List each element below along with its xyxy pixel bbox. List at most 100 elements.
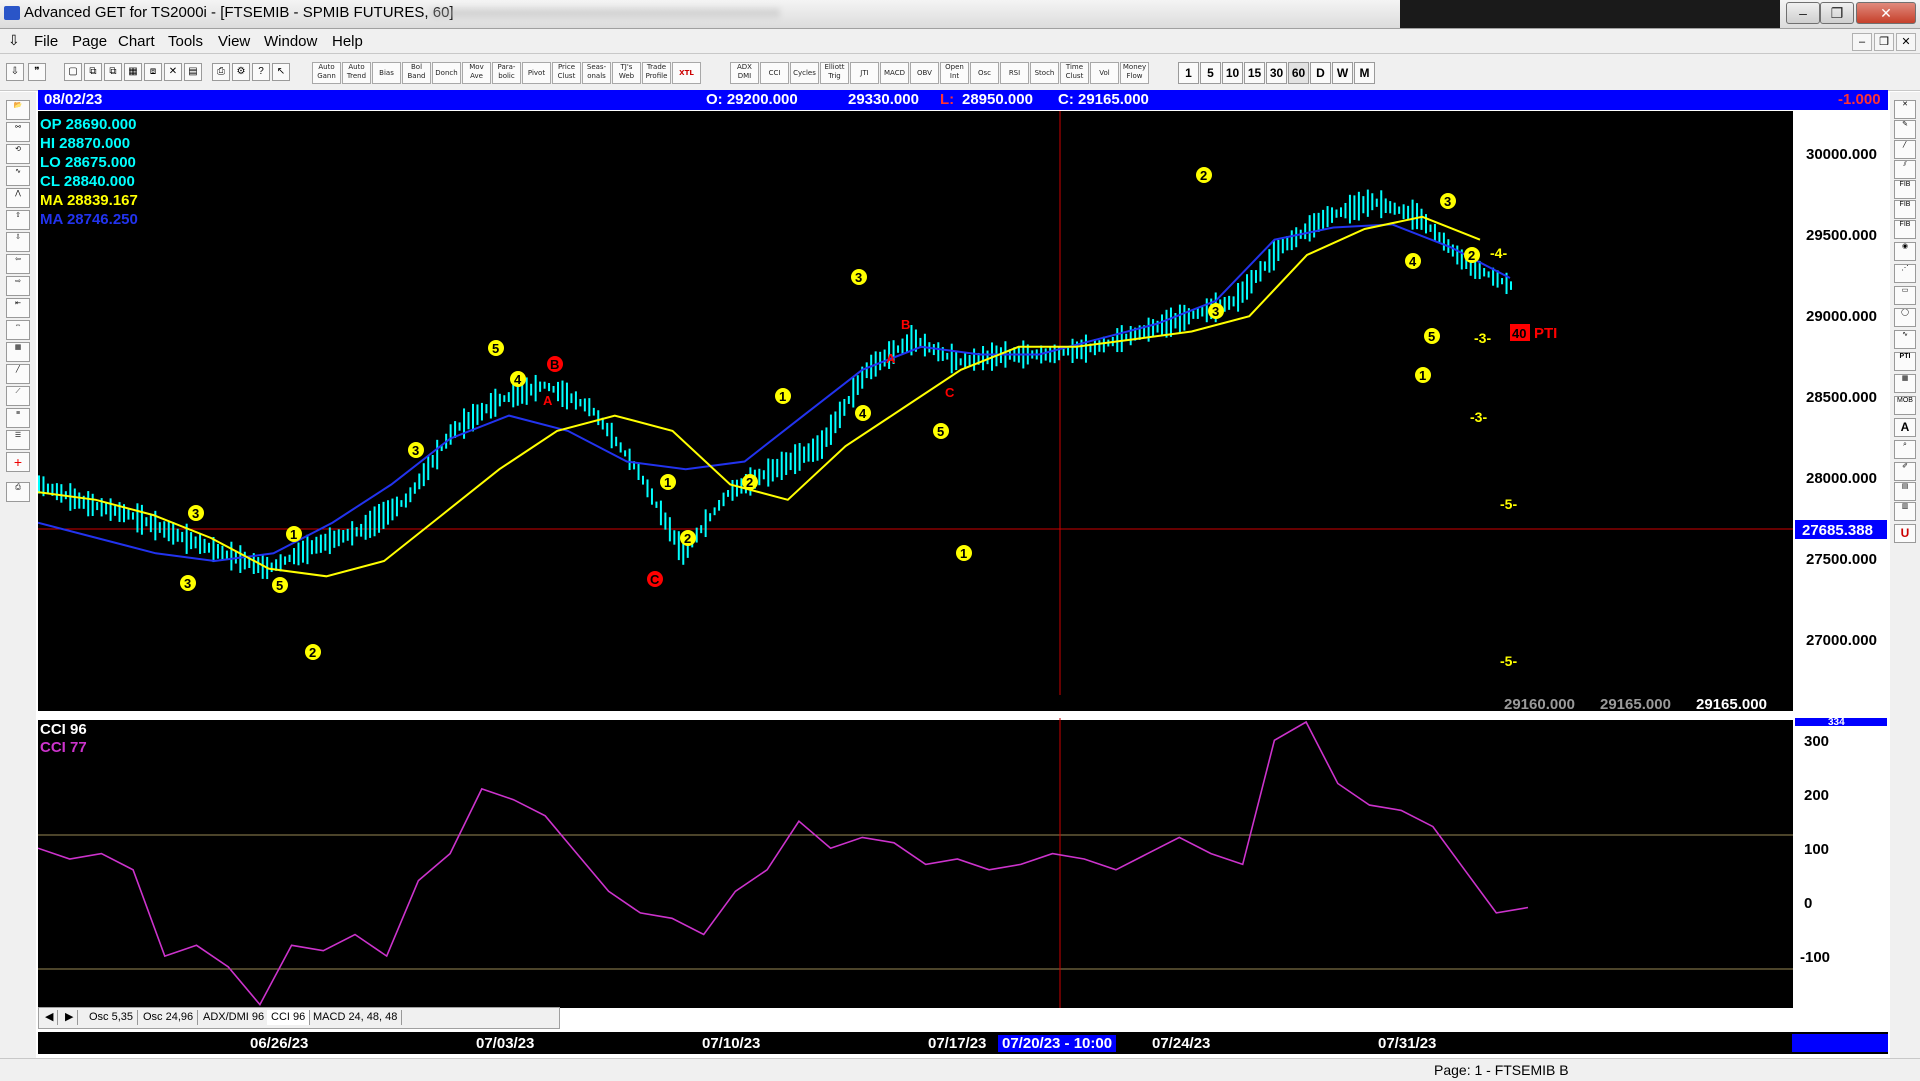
tool-cci[interactable]: CCI: [760, 62, 789, 84]
cascade-icon[interactable]: ⧈: [144, 63, 162, 81]
tab-scroll-left[interactable]: ◀: [41, 1010, 59, 1025]
mdi-minimize-button[interactable]: –: [1852, 33, 1872, 51]
print-small-icon[interactable]: ⎙: [6, 482, 30, 502]
close-line-icon[interactable]: ✕: [1894, 100, 1916, 119]
fib-icon[interactable]: ≡: [6, 408, 30, 428]
open-folder-icon[interactable]: 📂: [6, 100, 30, 120]
tool-donch[interactable]: Donch: [432, 62, 461, 84]
timeframe-monthly[interactable]: M: [1354, 62, 1375, 84]
timeframe-weekly[interactable]: W: [1332, 62, 1353, 84]
tool-stoch[interactable]: Stoch: [1030, 62, 1059, 84]
tool-mov-ave[interactable]: Mov Ave: [462, 62, 491, 84]
tool-auto-trend[interactable]: Auto Trend: [342, 62, 371, 84]
crosshair-icon[interactable]: +: [6, 452, 30, 472]
hint-icon[interactable]: ?: [252, 63, 270, 81]
grid-view-icon[interactable]: ▦: [6, 342, 30, 362]
table-icon[interactable]: ▥: [1894, 502, 1916, 521]
new-page-icon[interactable]: ▢: [64, 63, 82, 81]
menu-view[interactable]: View: [218, 33, 250, 50]
circle-tool-icon[interactable]: ◉: [1894, 242, 1916, 261]
open-chart-icon[interactable]: ⇩: [6, 63, 24, 81]
menu-file[interactable]: File: [34, 33, 58, 50]
tool-cycles[interactable]: Cycles: [790, 62, 819, 84]
tool-tjs-web[interactable]: TJ's Web: [612, 62, 641, 84]
tab-osc-24-96[interactable]: Osc 24,96: [139, 1010, 199, 1025]
lines-icon[interactable]: ╱: [6, 364, 30, 384]
compress-icon[interactable]: ⇤: [6, 298, 30, 318]
fib-ext-icon[interactable]: FIB: [1894, 200, 1916, 219]
arrow-left-icon[interactable]: ⇦: [6, 254, 30, 274]
tab-adx-dmi-96[interactable]: ADX/DMI 96: [199, 1010, 270, 1025]
quote-icon[interactable]: ❞: [28, 63, 46, 81]
tool-xtl[interactable]: XTL: [672, 62, 701, 84]
fib-ret-icon[interactable]: FIB: [1894, 180, 1916, 199]
paste-icon[interactable]: ⧉: [104, 63, 122, 81]
magnet-icon[interactable]: U: [1894, 524, 1916, 543]
tool-time-clust[interactable]: Time Clust: [1060, 62, 1089, 84]
timeframe-30[interactable]: 30: [1266, 62, 1287, 84]
grid-icon[interactable]: ▤: [184, 63, 202, 81]
price-chart[interactable]: 30000.000 29500.000 29000.000 28500.000 …: [38, 111, 1888, 711]
tool-open-int[interactable]: Open Int: [940, 62, 969, 84]
maximize-button[interactable]: ❐: [1820, 2, 1854, 24]
text-tool-icon[interactable]: A: [1894, 418, 1916, 437]
tool-macd[interactable]: MACD: [880, 62, 909, 84]
delete-icon[interactable]: ✕: [164, 63, 182, 81]
tool-bol-band[interactable]: Bol Band: [402, 62, 431, 84]
timeframe-10[interactable]: 10: [1222, 62, 1243, 84]
tool-adx-dmi[interactable]: ADX DMI: [730, 62, 759, 84]
wave-tool-icon[interactable]: ∿: [1894, 330, 1916, 349]
arrow-up-icon[interactable]: ⇧: [6, 210, 30, 230]
tool-pivot[interactable]: Pivot: [522, 62, 551, 84]
menu-chart[interactable]: Chart: [118, 33, 155, 50]
tile-icon[interactable]: ▦: [124, 63, 142, 81]
binoculars-icon[interactable]: ⚯: [6, 122, 30, 142]
tab-osc-5-35[interactable]: Osc 5,35: [85, 1010, 139, 1025]
tool-bias[interactable]: Bias: [372, 62, 401, 84]
tool-auto-gann[interactable]: Auto Gann: [312, 62, 341, 84]
menu-help[interactable]: Help: [332, 33, 363, 50]
fan-tool-icon[interactable]: ⋰: [1894, 264, 1916, 283]
tool-elliott-trig[interactable]: Elliott Trig: [820, 62, 849, 84]
tab-scroll-right[interactable]: ▶: [61, 1010, 79, 1025]
timeframe-daily[interactable]: D: [1310, 62, 1331, 84]
channel-tool-icon[interactable]: ⫽: [1894, 160, 1916, 179]
timeframe-5[interactable]: 5: [1200, 62, 1221, 84]
highlighter-icon[interactable]: ✐: [1894, 462, 1916, 481]
arrow-right-icon[interactable]: ⇨: [6, 276, 30, 296]
mob-tool-icon[interactable]: MOB: [1894, 396, 1916, 415]
fib-time-icon[interactable]: FIB: [1894, 220, 1916, 239]
elliott-icon[interactable]: ⋀: [6, 188, 30, 208]
copy-icon[interactable]: ⧉: [84, 63, 102, 81]
arrow-down-icon[interactable]: ⇩: [6, 232, 30, 252]
lines-list-icon[interactable]: ☰: [6, 430, 30, 450]
expand-icon[interactable]: ⇔: [6, 320, 30, 340]
tool-price-clust[interactable]: Price Clust: [552, 62, 581, 84]
print-icon[interactable]: ⎙: [212, 63, 230, 81]
pencil-icon[interactable]: ✎: [1894, 120, 1916, 139]
tab-macd[interactable]: MACD 24, 48, 48: [309, 1010, 403, 1025]
menu-page[interactable]: Page: [72, 33, 107, 50]
study-icon[interactable]: ∿: [6, 166, 30, 186]
line-tool-icon[interactable]: ╱: [1894, 140, 1916, 159]
tool-jti[interactable]: JTI: [850, 62, 879, 84]
tool-vol[interactable]: Vol: [1090, 62, 1119, 84]
box-tool-icon[interactable]: ▭: [1894, 286, 1916, 305]
reset-icon[interactable]: ⟲: [6, 144, 30, 164]
close-button[interactable]: ✕: [1856, 2, 1916, 24]
tool-seasonals[interactable]: Seas- onals: [582, 62, 611, 84]
mdi-close-button[interactable]: ✕: [1896, 33, 1916, 51]
menu-tools[interactable]: Tools: [168, 33, 203, 50]
zoom-icon[interactable]: ⌕: [1894, 440, 1916, 459]
cci-panel[interactable]: CCI 96 CCI 77 334 300 200 100 0 -100: [38, 718, 1888, 1008]
ellipse-tool-icon[interactable]: ◯: [1894, 308, 1916, 327]
tab-cci-96[interactable]: CCI 96: [267, 1010, 311, 1025]
pti-tool-icon[interactable]: PTI: [1894, 352, 1916, 371]
timeframe-15[interactable]: 15: [1244, 62, 1265, 84]
tool-osc[interactable]: Osc: [970, 62, 999, 84]
menu-window[interactable]: Window: [264, 33, 317, 50]
tool-trade-profile[interactable]: Trade Profile: [642, 62, 671, 84]
tool-rsi[interactable]: RSI: [1000, 62, 1029, 84]
help-pointer-icon[interactable]: ↖: [272, 63, 290, 81]
settings-icon[interactable]: ⚙: [232, 63, 250, 81]
